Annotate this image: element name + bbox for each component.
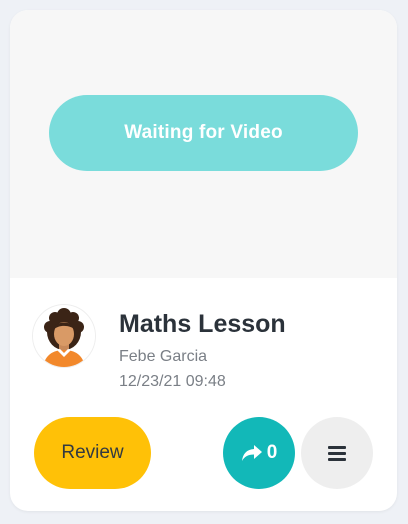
lesson-timestamp: 12/23/21 09:48 xyxy=(119,373,226,390)
teacher-name: Febe Garcia xyxy=(119,348,208,365)
share-count: 0 xyxy=(266,442,278,463)
waiting-for-video-badge: Waiting for Video xyxy=(49,95,358,171)
teacher-avatar xyxy=(33,305,95,367)
lesson-card: Waiting for Video Maths Lesson Febe Garc… xyxy=(10,10,397,511)
lesson-title: Maths Lesson xyxy=(119,310,286,338)
person-avatar-icon xyxy=(33,305,95,367)
share-arrow-icon xyxy=(241,445,262,461)
review-button[interactable]: Review xyxy=(34,417,151,489)
video-placeholder: Waiting for Video xyxy=(10,10,397,278)
hamburger-menu-icon xyxy=(328,445,346,461)
share-button[interactable]: 0 xyxy=(223,417,295,489)
more-menu-button[interactable] xyxy=(301,417,373,489)
